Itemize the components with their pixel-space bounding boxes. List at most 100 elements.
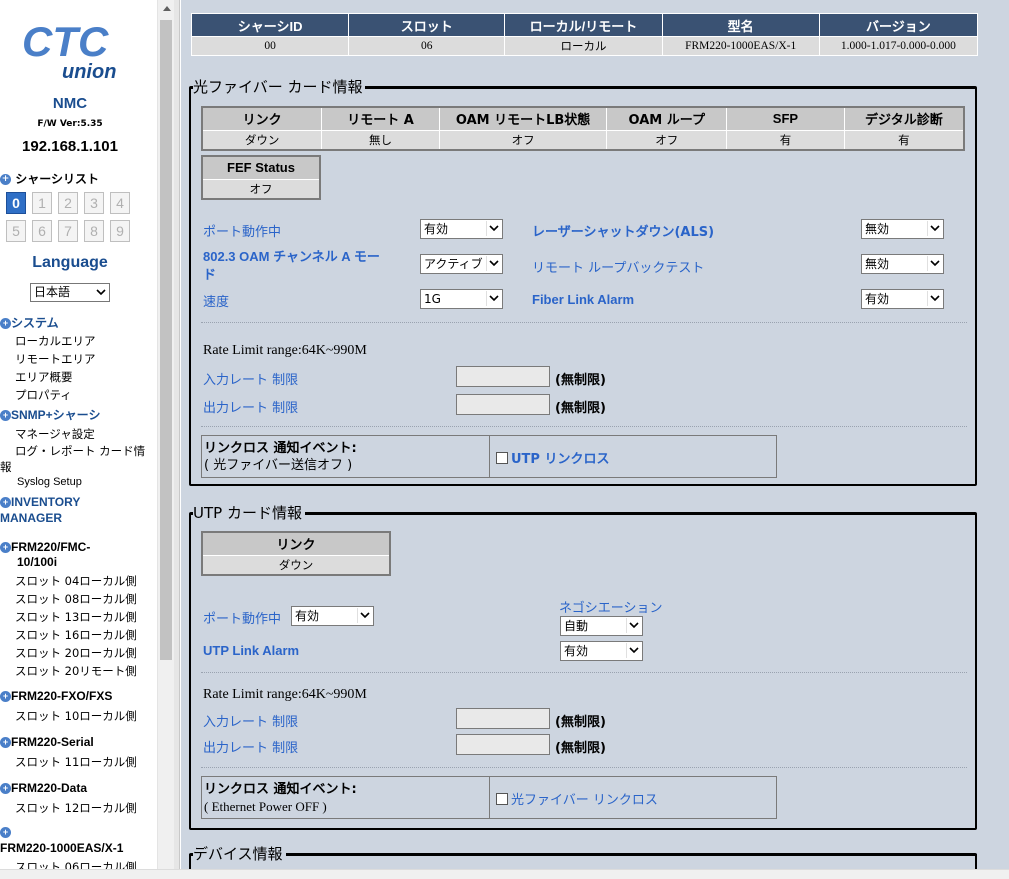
- chevron-down-icon: [626, 643, 641, 658]
- menu-item-slot[interactable]: スロット 12ローカル側: [15, 800, 137, 816]
- utp-port-active-select[interactable]: 有効: [291, 606, 374, 626]
- utp-port-active-label: ポート動作中: [203, 612, 282, 627]
- column-header: リンク: [201, 106, 323, 131]
- language-select[interactable]: 日本語: [30, 283, 110, 302]
- divider: [201, 322, 967, 323]
- chassis-button-5[interactable]: 5: [6, 220, 26, 242]
- scroll-up-arrow-icon[interactable]: [158, 0, 175, 17]
- fef-status-table: FEF Status オフ: [201, 155, 321, 200]
- menu-item-slot[interactable]: スロット 06ローカル側: [15, 859, 137, 869]
- menu-item-log-report[interactable]: ログ・レポート カード情: [15, 443, 145, 459]
- chevron-down-icon: [486, 256, 501, 271]
- chassis-button-6[interactable]: 6: [32, 220, 52, 242]
- oam-mode-label-wrap: ド: [203, 267, 217, 282]
- menu-item-slot[interactable]: スロット 13ローカル側: [15, 609, 137, 625]
- menu-item-manager-settings[interactable]: マネージャ設定: [15, 426, 95, 442]
- als-select[interactable]: 無効: [861, 219, 944, 239]
- negotiation-label: ネゴシエーション: [559, 601, 663, 616]
- utp-input-rate-label: 入力レート 制限: [203, 715, 299, 730]
- output-rate-field[interactable]: [456, 394, 550, 415]
- checkbox-icon[interactable]: [496, 452, 508, 464]
- utp-link-alarm-label: UTP Link Alarm: [203, 643, 300, 658]
- chassis-button-8[interactable]: 8: [84, 220, 104, 242]
- svg-text:union: union: [62, 61, 116, 83]
- menu-group-device-data[interactable]: + FRM220-Data: [0, 781, 87, 795]
- language-title: Language: [32, 254, 108, 271]
- port-active-label: ポート動作中: [203, 225, 282, 240]
- main-panel: シャーシID スロット ローカル/リモート 型名 バージョン 00 06 ローカ…: [181, 0, 1009, 869]
- menu-item-syslog-setup[interactable]: Syslog Setup: [17, 476, 82, 488]
- menu-group-device-eas-icon[interactable]: +: [0, 825, 11, 839]
- utp-input-rate-field[interactable]: [456, 708, 550, 729]
- menu-group-device-fxo[interactable]: + FRM220-FXO/FXS: [0, 689, 112, 703]
- fiber-link-loss-checkbox[interactable]: 光ファイバー リンクロス: [496, 789, 658, 808]
- negotiation-select[interactable]: 自動: [560, 616, 643, 636]
- chassis-button-7[interactable]: 7: [58, 220, 78, 242]
- device-info-legend: デバイス情報: [193, 844, 286, 864]
- menu-group-device-eas[interactable]: FRM220-1000EAS/X-1: [0, 841, 123, 855]
- utp-link-alarm-select[interactable]: 有効: [560, 641, 643, 661]
- menu-item-local-area[interactable]: ローカルエリア: [15, 333, 96, 349]
- menu-group-inventory[interactable]: + INVENTORY: [0, 495, 80, 509]
- column-header: シャーシID: [190, 13, 350, 37]
- table-cell: FRM220-1000EAS/X-1: [661, 36, 820, 56]
- chassis-button-1[interactable]: 1: [32, 192, 52, 214]
- menu-group-device-fmc[interactable]: + FRM220/FMC-: [0, 540, 90, 554]
- menu-group-device-fmc-line2[interactable]: 10/100i: [17, 555, 57, 569]
- expand-icon: +: [0, 783, 11, 795]
- oam-mode-select[interactable]: アクティブ: [420, 254, 503, 274]
- fiber-status-table: リンク リモート A OAM リモートLB状態 OAM ループ SFP デジタル…: [201, 106, 965, 151]
- remote-loopback-label: リモート ループバックテスト: [532, 261, 705, 276]
- utp-link-loss-event-title: リンクロス 通知イベント:: [204, 782, 357, 797]
- expand-icon: +: [0, 497, 11, 509]
- expand-icon: +: [0, 691, 11, 703]
- menu-item-slot[interactable]: スロット 20ローカル側: [15, 645, 137, 661]
- horizontal-scrollbar[interactable]: [0, 869, 1009, 879]
- speed-select[interactable]: 1G: [420, 289, 503, 309]
- menu-group-device-serial[interactable]: + FRM220-Serial: [0, 735, 94, 749]
- fiber-card-legend: 光ファイバー カード情報: [193, 77, 366, 97]
- menu-item-log-report-wrap[interactable]: 報: [0, 459, 12, 475]
- expand-icon: +: [0, 410, 11, 422]
- fiber-link-alarm-select[interactable]: 有効: [861, 289, 944, 309]
- menu-item-slot[interactable]: スロット 10ローカル側: [15, 708, 137, 724]
- column-header: バージョン: [818, 13, 979, 37]
- expand-icon: +: [0, 737, 11, 749]
- sidebar-scrollbar[interactable]: [157, 0, 174, 869]
- table-cell: 有: [726, 129, 845, 150]
- expand-icon: +: [0, 542, 11, 554]
- menu-item-slot[interactable]: スロット 04ローカル側: [15, 573, 137, 589]
- chassis-list-heading[interactable]: + シャーシリスト: [0, 170, 99, 187]
- column-header: OAM リモートLB状態: [438, 106, 608, 131]
- scrollbar-thumb[interactable]: [160, 20, 172, 660]
- fiber-card-section: 光ファイバー カード情報 リンク リモート A OAM リモートLB状態 OAM…: [189, 77, 977, 486]
- port-active-select[interactable]: 有効: [420, 219, 503, 239]
- menu-group-snmp[interactable]: + SNMP+シャーシ: [0, 406, 100, 423]
- utp-link-loss-checkbox[interactable]: UTP リンクロス: [496, 448, 609, 467]
- utp-output-rate-field[interactable]: [456, 734, 550, 755]
- menu-item-slot[interactable]: スロット 16ローカル側: [15, 627, 137, 643]
- checkbox-icon[interactable]: [496, 793, 508, 805]
- input-rate-field[interactable]: [456, 366, 550, 387]
- menu-group-system[interactable]: + システム: [0, 314, 59, 331]
- device-info-section: デバイス情報: [189, 844, 977, 869]
- chassis-button-9[interactable]: 9: [110, 220, 130, 242]
- menu-item-slot[interactable]: スロット 20リモート側: [15, 663, 137, 679]
- menu-item-properties[interactable]: プロパティ: [15, 387, 72, 403]
- column-header: OAM ループ: [606, 106, 728, 131]
- menu-item-remote-area[interactable]: リモートエリア: [15, 351, 96, 367]
- chassis-button-3[interactable]: 3: [84, 192, 104, 214]
- chassis-button-4[interactable]: 4: [110, 192, 130, 214]
- output-rate-unlimited: (無制限): [555, 401, 606, 416]
- menu-item-slot[interactable]: スロット 11ローカル側: [15, 754, 137, 770]
- frame-splitter[interactable]: [174, 0, 180, 869]
- menu-item-slot[interactable]: スロット 08ローカル側: [15, 591, 137, 607]
- chassis-info-table: シャーシID スロット ローカル/リモート 型名 バージョン 00 06 ローカ…: [190, 13, 979, 56]
- menu-group-inventory-line2[interactable]: MANAGER: [0, 511, 62, 525]
- column-header: FEF Status: [201, 155, 321, 180]
- chevron-down-icon: [357, 608, 372, 623]
- chassis-button-0[interactable]: 0: [6, 192, 26, 214]
- remote-loopback-select[interactable]: 無効: [861, 254, 944, 274]
- chassis-button-2[interactable]: 2: [58, 192, 78, 214]
- menu-item-area-summary[interactable]: エリア概要: [15, 369, 73, 385]
